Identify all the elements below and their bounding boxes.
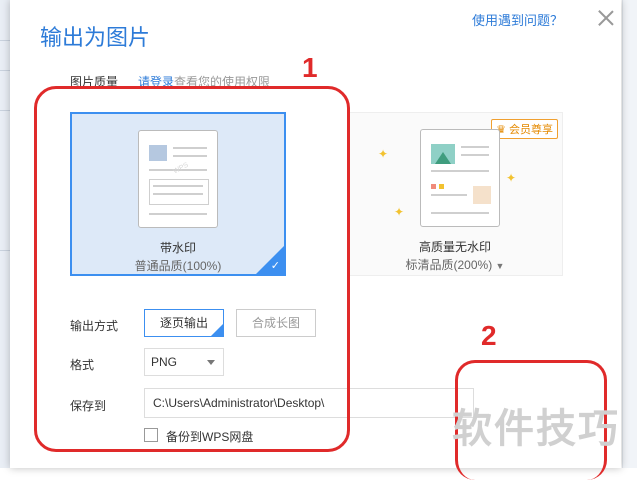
- background-window-left: [0, 0, 10, 468]
- site-watermark: 软件技巧: [452, 407, 620, 451]
- sparkle-icon: ✦: [378, 147, 389, 161]
- option-title: 高质量无水印: [418, 240, 491, 254]
- quality-option-hd[interactable]: ✦ ✦ ✦ ♛ 会员尊享 高质量无水印 标清品质(200%) ▼: [347, 112, 563, 276]
- option-subtitle[interactable]: 标清品质(200%) ▼: [348, 256, 562, 273]
- annotation-box-1: [34, 86, 350, 452]
- annotation-number-2: 2: [481, 320, 497, 351]
- vip-badge: ♛ 会员尊享: [491, 119, 558, 139]
- sparkle-icon: ✦: [506, 171, 517, 185]
- dialog-title: 输出为图片: [40, 25, 151, 50]
- sparkle-icon: ✦: [394, 205, 405, 219]
- annotation-number-1: 1: [302, 52, 318, 83]
- hd-doc-icon: [420, 129, 500, 227]
- close-icon[interactable]: [596, 8, 616, 28]
- help-link[interactable]: 使用遇到问题？: [472, 10, 563, 29]
- chevron-down-icon: ▼: [495, 261, 505, 271]
- background-window-right: [622, 0, 637, 468]
